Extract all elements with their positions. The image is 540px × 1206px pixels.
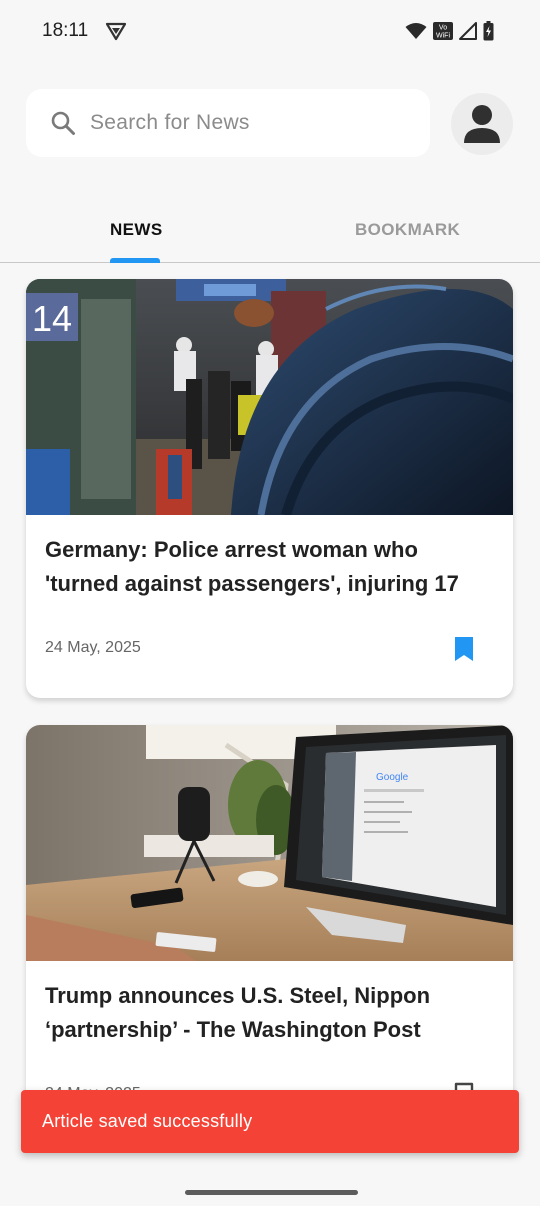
article-title[interactable]: Trump announces U.S. Steel, Nippon ‘part…: [45, 979, 495, 1047]
search-icon: [51, 111, 75, 135]
article-date: 24 May, 2025: [45, 639, 141, 656]
article-title[interactable]: Germany: Police arrest woman who 'turned…: [45, 533, 495, 601]
snackbar: Article saved successfully: [21, 1090, 519, 1153]
article-card[interactable]: 14 Germany: Police arrest woman who 'tur…: [26, 279, 513, 698]
svg-text:Google: Google: [376, 772, 409, 783]
person-icon: [464, 105, 500, 143]
article-image: 14: [26, 279, 513, 515]
app-screen: 18:11 Vo WiFi Search for News NEWS BOOKM…: [0, 0, 540, 1206]
tab-bar: NEWS BOOKMARK: [0, 200, 540, 263]
article-card[interactable]: Google Trump announces U.S. Steel, Nippo…: [26, 725, 513, 1145]
signal-icon: [459, 22, 477, 40]
battery-icon: [483, 21, 494, 41]
bookmark-filled-icon[interactable]: [454, 636, 474, 662]
status-icons: Vo WiFi: [405, 20, 494, 42]
svg-text:14: 14: [32, 298, 72, 339]
search-bar[interactable]: [26, 89, 430, 157]
snackbar-message: Article saved successfully: [42, 1111, 253, 1131]
tab-news[interactable]: NEWS: [110, 220, 163, 240]
vpn-icon: [105, 22, 127, 41]
article-image: Google: [26, 725, 513, 961]
svg-text:WiFi: WiFi: [436, 33, 450, 40]
tab-bookmark[interactable]: BOOKMARK: [355, 220, 460, 240]
profile-avatar-button[interactable]: [451, 93, 513, 155]
search-input[interactable]: [90, 111, 390, 135]
status-bar: 18:11 Vo WiFi: [0, 0, 540, 62]
svg-text:Vo: Vo: [439, 25, 447, 32]
wifi-icon: [405, 23, 427, 39]
vowifi-icon: Vo WiFi: [433, 22, 453, 40]
status-time: 18:11: [42, 20, 89, 41]
home-indicator[interactable]: [185, 1190, 358, 1195]
tab-indicator: [110, 258, 160, 263]
